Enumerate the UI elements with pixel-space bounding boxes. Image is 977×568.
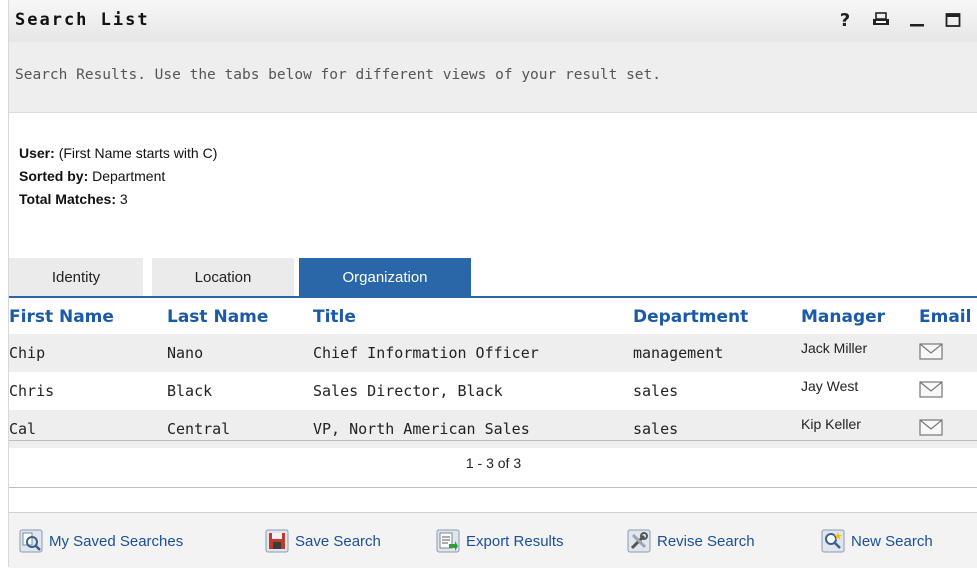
cell-first-name: Chris (9, 382, 55, 400)
cell-manager[interactable]: Jack Miller (801, 334, 919, 372)
col-header-first-name[interactable]: First Name (9, 300, 167, 334)
export-results-label: Export Results (466, 532, 564, 550)
revise-search-label: Revise Search (657, 532, 755, 550)
print-icon[interactable] (871, 10, 891, 30)
sorted-value: Department (92, 168, 166, 184)
table-row[interactable]: Chip Nano Chief Information Officer mana… (9, 334, 977, 372)
cell-last-name: Nano (167, 334, 313, 372)
panel-title: Search List (15, 10, 150, 30)
pager-divider (9, 487, 977, 488)
user-value: (First Name starts with C) (58, 145, 218, 161)
revise-tools-icon (627, 529, 651, 553)
tab-underline (9, 296, 977, 298)
envelope-icon[interactable] (919, 380, 943, 402)
cell-manager[interactable]: Kip Keller (801, 410, 919, 448)
col-header-email[interactable]: Email (919, 300, 977, 334)
minimize-icon[interactable] (907, 10, 927, 30)
cell-department: sales (633, 410, 801, 448)
table-row[interactable]: Chris Black Sales Director, Black sales … (9, 372, 977, 410)
table-row[interactable]: Cal Central VP, North American Sales sal… (9, 410, 977, 448)
cell-title: VP, North American Sales (313, 410, 633, 448)
criteria-total: Total Matches: 3 (19, 188, 217, 211)
new-search-icon (821, 529, 845, 553)
total-value: 3 (119, 191, 128, 207)
envelope-icon[interactable] (919, 418, 943, 440)
cell-manager[interactable]: Jay West (801, 372, 919, 410)
cell-title: Chief Information Officer (313, 334, 633, 372)
cell-email (919, 334, 977, 372)
cell-department: management (633, 334, 801, 372)
col-header-department[interactable]: Department (633, 300, 801, 334)
tab-organization[interactable]: Organization (299, 258, 471, 296)
tab-location[interactable]: Location (152, 258, 294, 296)
pagination-text: 1 - 3 of 3 (465, 455, 522, 471)
search-list-panel: Search List ? Search Results. Use the ta… (8, 0, 977, 568)
revise-search-button[interactable]: Revise Search (627, 529, 755, 553)
cell-last-name: Central (167, 410, 313, 448)
criteria-user: User: (First Name starts with C) (19, 142, 217, 165)
intro-banner: Search Results. Use the tabs below for d… (9, 42, 977, 113)
help-icon[interactable]: ? (835, 10, 855, 31)
cell-email (919, 372, 977, 410)
col-header-title[interactable]: Title (313, 300, 633, 334)
envelope-icon[interactable] (919, 342, 943, 364)
export-icon (436, 529, 460, 553)
table-header-row: First Name Last Name Title Department Ma… (9, 300, 977, 334)
title-bar: Search List ? (9, 0, 977, 43)
saved-searches-icon (19, 529, 43, 553)
col-header-manager[interactable]: Manager (801, 300, 919, 334)
cell-last-name: Black (167, 382, 213, 400)
save-search-label: Save Search (295, 532, 381, 550)
cell-first-name: Cal (9, 410, 167, 448)
cell-first-name: Chip (9, 334, 167, 372)
result-view-tabs: Identity Location Organization (9, 258, 977, 296)
new-search-label: New Search (851, 532, 933, 550)
my-saved-searches-label: My Saved Searches (49, 532, 184, 550)
intro-text: Search Results. Use the tabs below for d… (15, 67, 662, 83)
export-results-button[interactable]: Export Results (436, 529, 564, 553)
cell-email (919, 410, 977, 448)
tab-identity[interactable]: Identity (9, 258, 143, 296)
sorted-label: Sorted by: (19, 168, 89, 184)
cell-department: sales (633, 382, 679, 400)
total-label: Total Matches: (19, 191, 116, 207)
search-criteria: User: (First Name starts with C) Sorted … (19, 142, 217, 211)
results-table: First Name Last Name Title Department Ma… (9, 300, 977, 448)
user-label: User: (19, 145, 55, 161)
new-search-button[interactable]: New Search (821, 529, 933, 553)
maximize-icon[interactable] (943, 10, 963, 30)
my-saved-searches-button[interactable]: My Saved Searches (19, 529, 183, 553)
cell-title: Sales Director, Black (313, 382, 503, 400)
save-search-button[interactable]: Save Search (265, 529, 381, 553)
criteria-sorted: Sorted by: Department (19, 165, 217, 188)
table-bottom-divider (9, 440, 977, 441)
col-header-last-name[interactable]: Last Name (167, 300, 313, 334)
action-bar: My Saved Searches Save Search Export Res… (9, 512, 977, 568)
save-disk-icon (265, 529, 289, 553)
